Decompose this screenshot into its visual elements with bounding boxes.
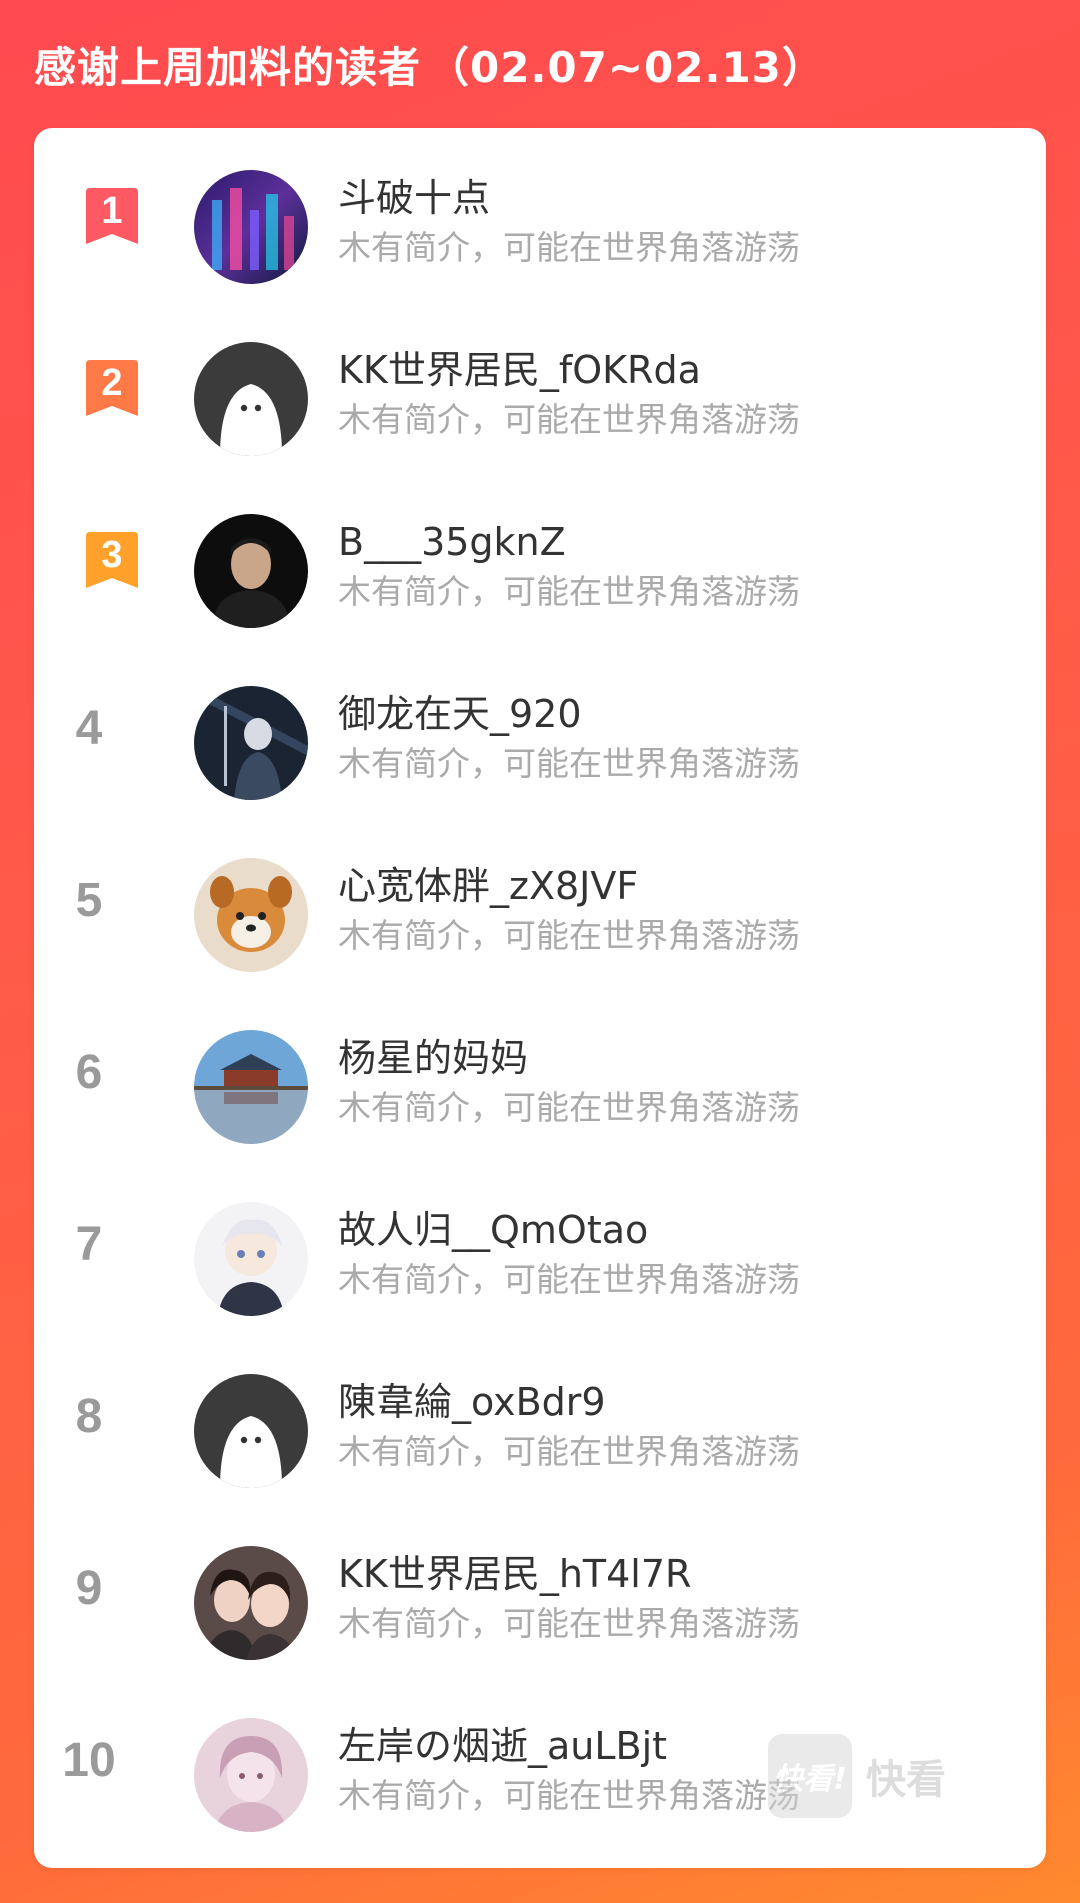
rank-number: 10 bbox=[62, 1734, 116, 1787]
reader-name[interactable]: KK世界居民_fOKRda bbox=[338, 346, 701, 394]
reader-row[interactable]: 4 御龙在天_920 木有简介，可能在世界角落游荡 bbox=[34, 654, 1046, 826]
reader-name[interactable]: 心宽体胖_zX8JVF bbox=[338, 862, 638, 910]
kuaikan-logo-icon: 快看! bbox=[768, 1734, 852, 1818]
title-text: 感谢上周加料的读者 bbox=[34, 43, 422, 92]
reader-row[interactable]: 7 故人归__QmOtao 木有简介，可能在世界角落游荡 bbox=[34, 1170, 1046, 1342]
avatar[interactable] bbox=[194, 1718, 308, 1832]
reader-row[interactable]: 6 杨星的妈妈 木有简介，可能在世界角落游荡 bbox=[34, 998, 1046, 1170]
avatar[interactable] bbox=[194, 1030, 308, 1144]
rank-ribbon-icon: 1 bbox=[84, 186, 140, 246]
rank-number: 6 bbox=[75, 1046, 103, 1099]
avatar[interactable] bbox=[194, 1202, 308, 1316]
rank-ribbon-icon: 3 bbox=[84, 530, 140, 590]
reader-bio: 木有简介，可能在世界角落游荡 bbox=[338, 744, 800, 783]
reader-row[interactable]: 2 KK世界居民_fOKRda 木有简介，可能在世界角落游荡 bbox=[34, 310, 1046, 482]
reader-name[interactable]: B___35gknZ bbox=[338, 518, 566, 566]
page-title: 感谢上周加料的读者 （02.07~02.13） bbox=[34, 38, 825, 98]
reader-bio: 木有简介，可能在世界角落游荡 bbox=[338, 1776, 800, 1815]
reader-name[interactable]: 故人归__QmOtao bbox=[338, 1206, 648, 1254]
reader-row[interactable]: 8 陳韋綸_oxBdr9 木有简介，可能在世界角落游荡 bbox=[34, 1342, 1046, 1514]
reader-name[interactable]: 杨星的妈妈 bbox=[338, 1034, 528, 1082]
avatar[interactable] bbox=[194, 342, 308, 456]
brand-watermark: 快看! 快看 bbox=[768, 1734, 946, 1818]
reader-bio: 木有简介，可能在世界角落游荡 bbox=[338, 572, 800, 611]
avatar[interactable] bbox=[194, 858, 308, 972]
avatar[interactable] bbox=[194, 1546, 308, 1660]
reader-name[interactable]: KK世界居民_hT4l7R bbox=[338, 1550, 691, 1598]
reader-name[interactable]: 斗破十点 bbox=[338, 174, 490, 222]
reader-bio: 木有简介，可能在世界角落游荡 bbox=[338, 916, 800, 955]
reader-bio: 木有简介，可能在世界角落游荡 bbox=[338, 400, 800, 439]
rank-number: 2 bbox=[101, 362, 123, 404]
reader-bio: 木有简介，可能在世界角落游荡 bbox=[338, 1088, 800, 1127]
reader-name[interactable]: 左岸の烟逝_auLBjt bbox=[338, 1722, 667, 1770]
avatar[interactable] bbox=[194, 1374, 308, 1488]
reader-row[interactable]: 9 KK世界居民_hT4l7R 木有简介，可能在世界角落游荡 bbox=[34, 1514, 1046, 1686]
reader-name[interactable]: 陳韋綸_oxBdr9 bbox=[338, 1378, 606, 1426]
rank-number: 8 bbox=[75, 1390, 103, 1443]
reader-row[interactable]: 1 斗破十点 木有简介，可能在世界角落游荡 bbox=[34, 138, 1046, 310]
reader-row[interactable]: 3 B___35gknZ 木有简介，可能在世界角落游荡 bbox=[34, 482, 1046, 654]
date-range: （02.07~02.13） bbox=[427, 43, 825, 92]
brand-text: 快看 bbox=[866, 1757, 946, 1803]
reader-bio: 木有简介，可能在世界角落游荡 bbox=[338, 1432, 800, 1471]
rank-number: 5 bbox=[75, 874, 103, 927]
reader-row[interactable]: 5 心宽体胖_zX8JVF 木有简介，可能在世界角落游荡 bbox=[34, 826, 1046, 998]
avatar[interactable] bbox=[194, 686, 308, 800]
avatar[interactable] bbox=[194, 514, 308, 628]
reader-bio: 木有简介，可能在世界角落游荡 bbox=[338, 1260, 800, 1299]
rank-number: 7 bbox=[75, 1218, 103, 1271]
reader-list-panel: 1 斗破十点 木有简介，可能在世界角落游荡 2 KK世界居民_fOKRda 木有… bbox=[34, 128, 1046, 1868]
rank-number: 3 bbox=[101, 534, 123, 576]
rank-number: 4 bbox=[75, 702, 103, 755]
rank-ribbon-icon: 2 bbox=[84, 358, 140, 418]
avatar[interactable] bbox=[194, 170, 308, 284]
reader-bio: 木有简介，可能在世界角落游荡 bbox=[338, 228, 800, 267]
rank-number: 9 bbox=[75, 1562, 103, 1615]
reader-bio: 木有简介，可能在世界角落游荡 bbox=[338, 1604, 800, 1643]
reader-name[interactable]: 御龙在天_920 bbox=[338, 690, 582, 738]
rank-number: 1 bbox=[101, 190, 123, 232]
